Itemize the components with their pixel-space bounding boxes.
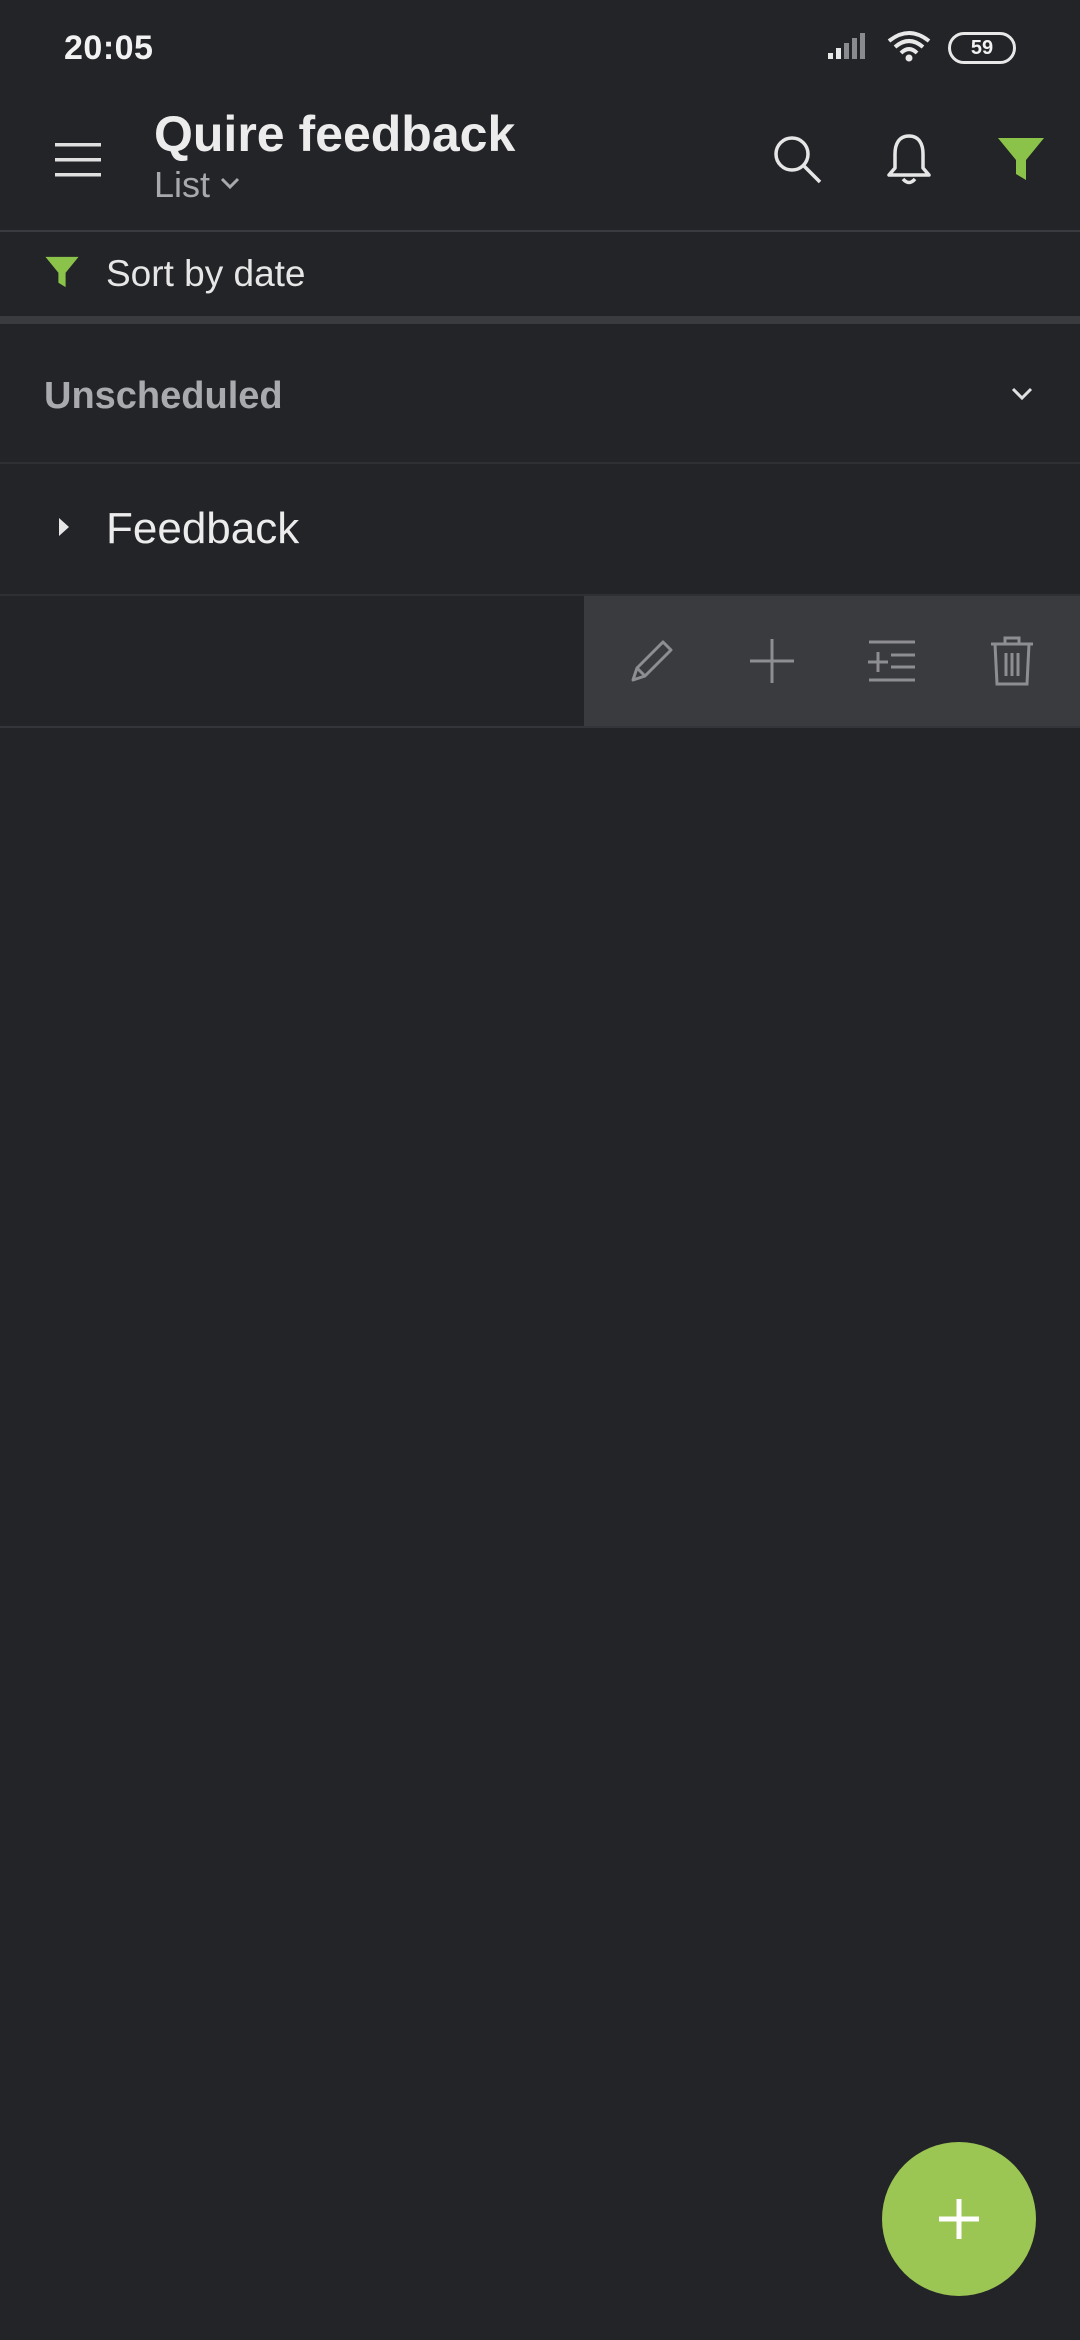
edit-button[interactable] [612,621,692,701]
add-subtask-icon [868,640,915,682]
search-button[interactable] [766,128,828,190]
delete-button[interactable] [972,621,1052,701]
notifications-button[interactable] [878,128,940,190]
app-bar: Quire feedback List [0,96,1080,232]
search-icon [774,136,822,184]
battery-icon: 59 [948,32,1016,64]
view-label: List [154,164,211,205]
add-task-fab[interactable] [882,2142,1036,2296]
row-action-tray [584,596,1080,726]
task-title: Feedback [106,504,300,553]
filter-icon [44,254,80,295]
edit-icon [631,640,673,682]
wifi-icon [886,29,932,68]
add-subtask-button[interactable] [852,621,932,701]
plus-icon [939,2199,979,2239]
bell-icon [887,134,931,185]
status-time: 20:05 [64,28,154,67]
sort-label: Sort by date [106,253,306,294]
sort-bar[interactable]: Sort by date [0,232,1080,324]
battery-level: 59 [970,36,994,59]
expand-arrow-icon[interactable] [56,515,72,544]
swiped-row[interactable] [0,596,1080,728]
status-bar: 20:05 59 [0,0,1080,96]
menu-button[interactable] [48,130,108,190]
chevron-down-icon [1008,385,1036,408]
add-icon [750,639,794,683]
filter-icon [998,138,1044,180]
filter-button[interactable] [990,128,1052,190]
task-row[interactable]: Feedback [0,464,1080,596]
view-selector[interactable]: List [154,164,515,206]
hamburger-icon [55,143,101,177]
chevron-down-icon [218,175,242,196]
section-title: Unscheduled [44,374,283,417]
title-block: Quire feedback List [154,100,515,206]
status-icons: 59 [826,29,1016,68]
signal-icon [826,31,870,66]
page-title: Quire feedback [154,106,516,162]
delete-icon [991,636,1033,686]
appbar-actions [766,128,1052,190]
add-button[interactable] [732,621,812,701]
section-header[interactable]: Unscheduled [0,330,1080,464]
